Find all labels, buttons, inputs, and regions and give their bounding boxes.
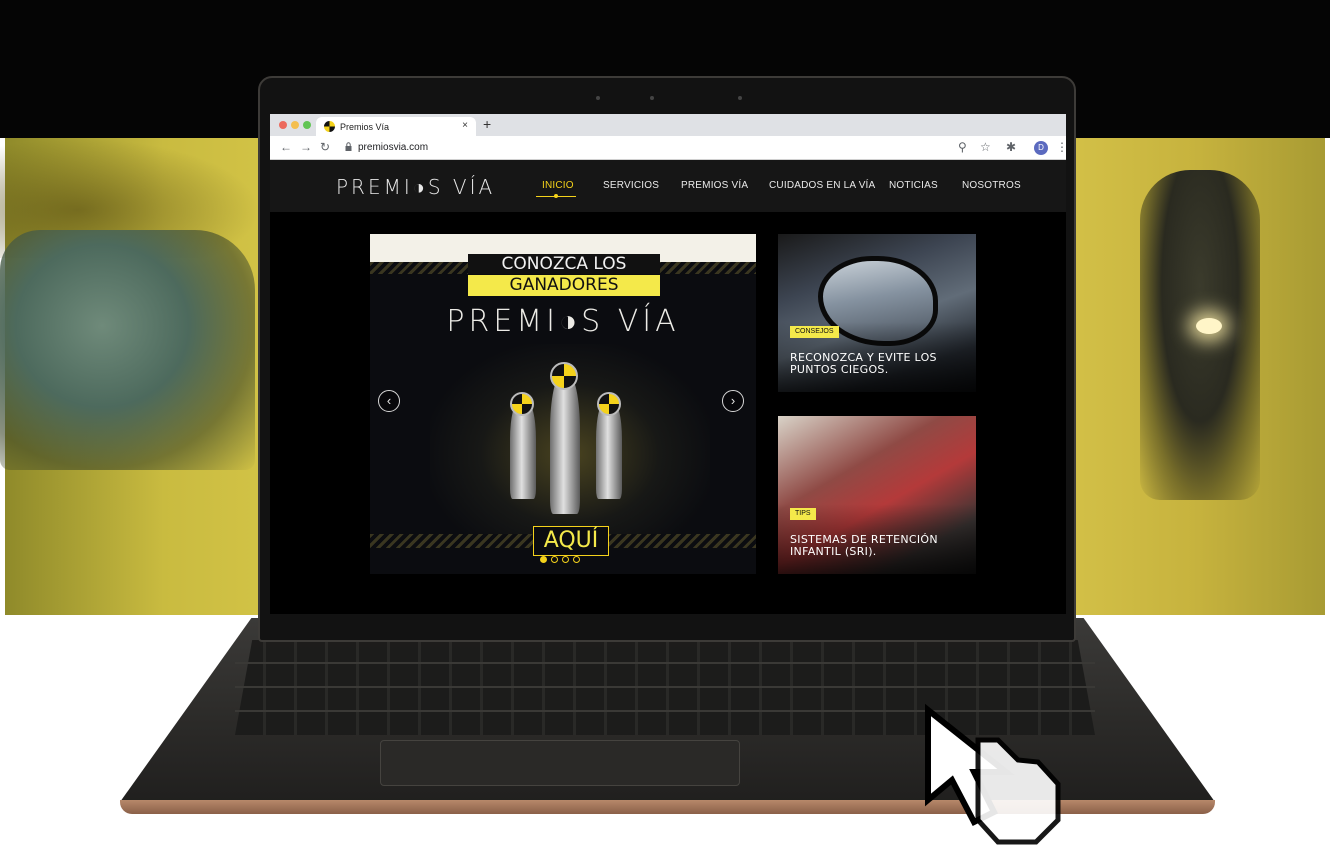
- trophy-badge-icon: [510, 392, 534, 416]
- nav-servicios[interactable]: SERVICIOS: [603, 180, 659, 191]
- slider-dot[interactable]: [573, 556, 580, 563]
- laptop-sensor: [596, 96, 600, 100]
- motorcycle-headlight: [1196, 318, 1222, 334]
- banner-line-1: CONOZCA LOS: [468, 254, 660, 274]
- minimize-window-button[interactable]: [291, 121, 299, 129]
- slider-brand: PREMI◑S VÍA: [446, 304, 680, 339]
- laptop-camera: [650, 96, 654, 100]
- article-card[interactable]: TIPS SISTEMAS DE RETENCIÓN INFANTIL (SRI…: [778, 416, 976, 574]
- trophy-badge-icon: [597, 392, 621, 416]
- hero-slider[interactable]: CONOZCA LOS GANADORES PREMI◑S VÍA AQUÍ ‹…: [370, 234, 756, 574]
- slider-dot[interactable]: [540, 556, 547, 563]
- maximize-window-button[interactable]: [303, 121, 311, 129]
- extensions-icon[interactable]: ✱: [1006, 140, 1016, 154]
- reload-icon[interactable]: ↻: [320, 140, 330, 154]
- site-header: PREMI◑S VÍA INICIO SERVICIOS PREMIOS VÍA…: [270, 160, 1066, 212]
- keyboard-row: [235, 686, 1095, 688]
- laptop-touchpad: [380, 740, 740, 786]
- back-icon[interactable]: ←: [280, 140, 292, 154]
- lock-icon: [345, 142, 352, 151]
- tab-bar: Premios Vía × +: [270, 114, 1066, 136]
- forward-icon[interactable]: →: [300, 140, 312, 154]
- slider-dot[interactable]: [562, 556, 569, 563]
- motorcycle-photo: [1140, 170, 1260, 500]
- card-tag[interactable]: TIPS: [790, 508, 816, 520]
- site-logo[interactable]: PREMI◑S VÍA: [336, 175, 495, 200]
- tab-title: Premios Vía: [340, 122, 390, 132]
- slider-dot[interactable]: [551, 556, 558, 563]
- address-bar: ← → ↻ premiosvia.com ⚲ ☆ ✱ D ⋮: [270, 136, 1066, 160]
- nav-premios-via[interactable]: PREMIOS VÍA: [681, 180, 748, 191]
- favicon-icon: [324, 121, 335, 132]
- card-title[interactable]: SISTEMAS DE RETENCIÓN INFANTIL (SRI).: [790, 534, 966, 558]
- menu-icon[interactable]: ⋮: [1056, 140, 1066, 154]
- keyboard-row: [235, 662, 1095, 664]
- slider-next-button[interactable]: ›: [722, 390, 744, 412]
- aqui-button[interactable]: AQUÍ: [533, 526, 609, 556]
- nav-cuidados-en-la-via[interactable]: CUIDADOS EN LA VÍA: [769, 180, 875, 191]
- article-card[interactable]: CONSEJOS RECONOZCA Y EVITE LOS PUNTOS CI…: [778, 234, 976, 392]
- website: PREMI◑S VÍA INICIO SERVICIOS PREMIOS VÍA…: [270, 160, 1066, 614]
- star-icon[interactable]: ☆: [980, 140, 991, 154]
- slider-prev-button[interactable]: ‹: [378, 390, 400, 412]
- new-tab-button[interactable]: +: [483, 116, 491, 132]
- trophy-image: [550, 374, 580, 514]
- hand-cursor-icon: [925, 703, 1061, 845]
- nav-noticias[interactable]: NOTICIAS: [889, 180, 938, 191]
- tab-close-button[interactable]: ×: [462, 120, 468, 131]
- profile-avatar[interactable]: D: [1034, 141, 1048, 155]
- nav-inicio[interactable]: INICIO: [542, 180, 574, 191]
- laptop-sensor: [738, 96, 742, 100]
- nav-nosotros[interactable]: NOSOTROS: [962, 180, 1021, 191]
- url-field[interactable]: premiosvia.com: [358, 142, 428, 153]
- banner-line-2: GANADORES: [468, 275, 660, 296]
- nav-active-marker: [554, 194, 558, 198]
- trophy-badge-icon: [550, 362, 578, 390]
- browser-window: Premios Vía × + ← → ↻ premiosvia.com ⚲ ☆…: [270, 114, 1066, 614]
- zoom-icon[interactable]: ⚲: [958, 140, 967, 154]
- browser-tab[interactable]: Premios Vía ×: [316, 117, 476, 136]
- close-window-button[interactable]: [279, 121, 287, 129]
- card-title[interactable]: RECONOZCA Y EVITE LOS PUNTOS CIEGOS.: [790, 352, 966, 376]
- car-photo: [0, 230, 255, 470]
- card-tag[interactable]: CONSEJOS: [790, 326, 839, 338]
